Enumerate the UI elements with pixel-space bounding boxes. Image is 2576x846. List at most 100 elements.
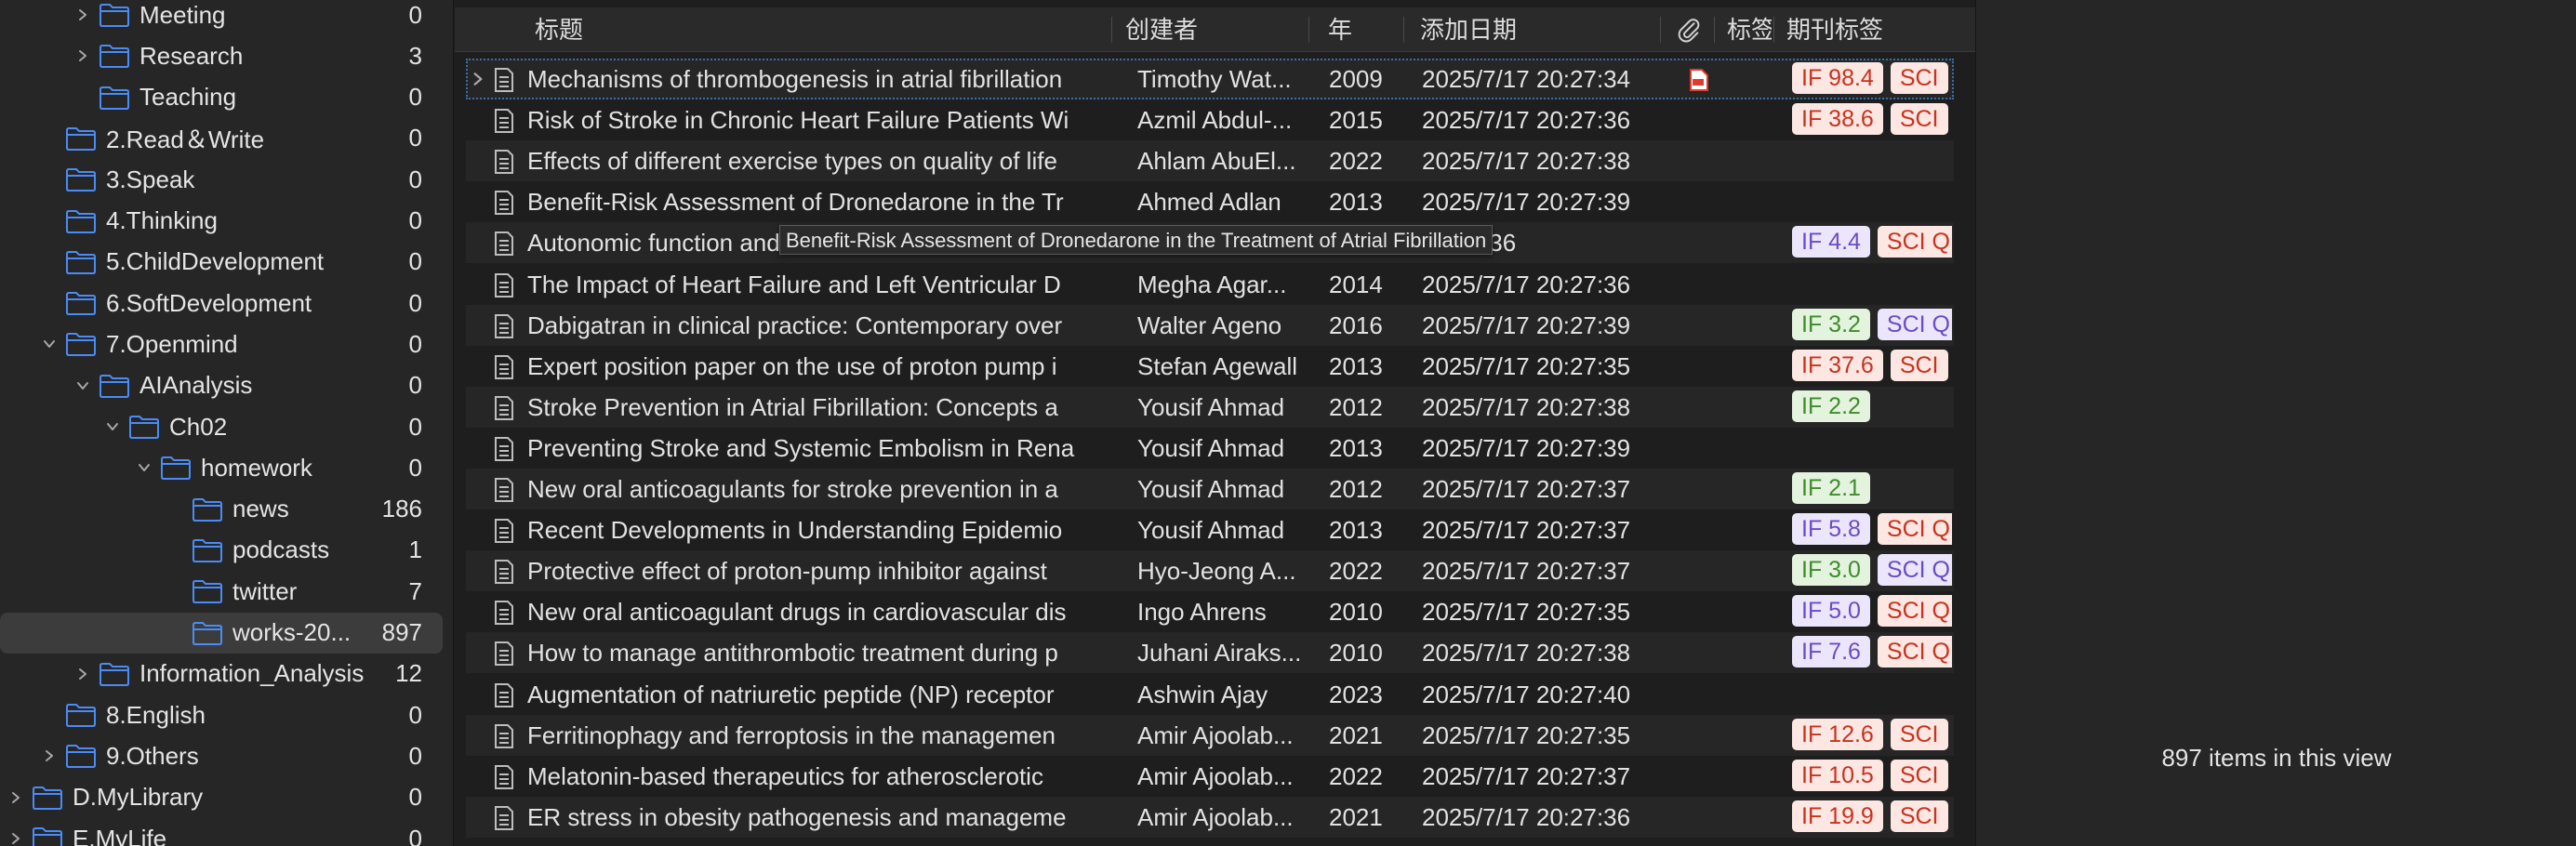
sidebar-collection-item[interactable]: 9.Others 0 xyxy=(0,735,443,776)
pdf-attachment-icon[interactable] xyxy=(1689,68,1709,92)
table-row[interactable]: Stroke Prevention in Atrial Fibrillation… xyxy=(466,386,1954,428)
collection-count: 0 xyxy=(408,329,422,358)
column-divider[interactable] xyxy=(1714,17,1715,43)
sidebar-collection-item[interactable]: Ch02 0 xyxy=(0,406,443,447)
journal-tag-badge: SCI Q xyxy=(1877,513,1952,546)
collection-count: 0 xyxy=(408,741,422,770)
folder-icon xyxy=(193,621,222,645)
sidebar-collection-item[interactable]: E.MyLife 0 xyxy=(0,818,443,846)
column-journal-tags[interactable]: 期刊标签 xyxy=(1777,7,1945,52)
column-title[interactable]: 标题 xyxy=(525,7,804,52)
folder-icon xyxy=(66,250,96,274)
column-divider[interactable] xyxy=(1660,17,1661,43)
collection-count: 897 xyxy=(381,618,422,646)
chevron-down-icon[interactable] xyxy=(39,334,60,354)
folder-icon xyxy=(66,333,96,357)
column-year[interactable]: 年 xyxy=(1319,7,1393,52)
chevron-down-icon[interactable] xyxy=(73,376,93,396)
sidebar-collection-item[interactable]: 5.ChildDevelopment 0 xyxy=(0,242,443,283)
sidebar-collection-item[interactable]: 6.SoftDevelopment 0 xyxy=(0,283,443,324)
table-row[interactable]: Risk of Stroke in Chronic Heart Failure … xyxy=(466,99,1954,140)
sidebar-collection-item[interactable]: Teaching 0 xyxy=(0,77,443,118)
sidebar-collection-item[interactable]: 7.Openmind 0 xyxy=(0,324,443,364)
collection-count: 7 xyxy=(408,576,422,605)
item-creator: Ahmed Adlan xyxy=(1137,188,1281,217)
collection-count: 0 xyxy=(408,165,422,193)
sidebar-collection-item[interactable]: D.MyLibrary 0 xyxy=(0,777,443,818)
sidebar-collection-item[interactable]: 8.English 0 xyxy=(0,694,443,735)
table-row[interactable]: Recent Developments in Understanding Epi… xyxy=(466,509,1954,550)
journal-tags: IF 10.5 SCI xyxy=(1792,759,1952,793)
chevron-right-icon[interactable] xyxy=(470,71,486,87)
journal-tag-badge: IF 3.0 xyxy=(1792,554,1870,587)
sidebar-collection-item[interactable]: Information_Analysis 12 xyxy=(0,654,443,694)
table-row[interactable]: Protective effect of proton-pump inhibit… xyxy=(466,550,1954,592)
column-divider[interactable] xyxy=(1773,17,1774,43)
sidebar-collection-item[interactable]: works-20... 897 xyxy=(0,612,443,654)
collection-label: Research xyxy=(139,41,244,70)
folder-icon xyxy=(66,745,96,769)
item-creator: Amir Ajoolab... xyxy=(1137,720,1294,749)
item-creator: Yousif Ahmad xyxy=(1137,392,1285,421)
sidebar-collection-item[interactable]: AIAnalysis 0 xyxy=(0,365,443,406)
collection-label: 7.Openmind xyxy=(106,329,238,358)
journal-tag-badge: SCI xyxy=(1890,718,1948,750)
sidebar-collection-item[interactable]: 3.Speak 0 xyxy=(0,159,443,200)
item-title: Stroke Prevention in Atrial Fibrillation… xyxy=(527,392,1058,421)
chevron-right-icon[interactable] xyxy=(73,5,93,25)
table-row[interactable]: New oral anticoagulants for stroke preve… xyxy=(466,469,1954,509)
table-row[interactable]: New oral anticoagulant drugs in cardiova… xyxy=(466,591,1954,632)
column-divider[interactable] xyxy=(1111,17,1112,43)
sidebar-collection-item[interactable]: 4.Thinking 0 xyxy=(0,201,443,242)
item-date-added: 2025/7/17 20:27:37 xyxy=(1422,516,1631,545)
item-creator: Amir Ajoolab... xyxy=(1137,761,1294,790)
collection-count: 0 xyxy=(408,412,422,441)
column-creator[interactable]: 创建者 xyxy=(1116,7,1302,52)
table-row[interactable]: Ferritinophagy and ferroptosis in the ma… xyxy=(466,714,1954,756)
chevron-right-icon[interactable] xyxy=(73,664,93,684)
table-row[interactable]: Expert position paper on the use of prot… xyxy=(466,346,1954,387)
table-row[interactable]: Melatonin-based therapeutics for atheros… xyxy=(466,756,1954,797)
chevron-right-icon[interactable] xyxy=(6,828,26,846)
document-icon xyxy=(495,354,513,379)
table-row[interactable]: Dabigatran in clinical practice: Contemp… xyxy=(466,304,1954,346)
chevron-down-icon[interactable] xyxy=(134,457,154,478)
sidebar-collection-item[interactable]: twitter 7 xyxy=(0,571,443,612)
sidebar-collection-item[interactable]: Meeting 0 xyxy=(0,0,443,35)
sidebar-collection-item[interactable]: homework 0 xyxy=(0,447,443,488)
table-row[interactable]: How to manage antithrombotic treatment d… xyxy=(466,632,1954,674)
collection-count: 1 xyxy=(408,535,422,564)
table-row[interactable]: ER stress in obesity pathogenesis and ma… xyxy=(466,796,1954,838)
collection-sidebar: Meeting 0 Research 3 Teaching 0 2.Read＆Write 0 3… xyxy=(0,0,454,846)
document-icon xyxy=(495,313,513,338)
item-date-added: 2025/7/17 20:27:40 xyxy=(1422,680,1631,708)
sidebar-collection-item[interactable]: news 186 xyxy=(0,489,443,530)
table-row[interactable]: Benefit-Risk Assessment of Dronedarone i… xyxy=(466,181,1954,222)
table-row[interactable]: Effects of different exercise types on q… xyxy=(466,140,1954,182)
journal-tags: IF 7.6 SCI Q xyxy=(1792,636,1952,669)
chevron-down-icon[interactable] xyxy=(102,416,123,437)
item-date-added: 2025/7/17 20:27:39 xyxy=(1422,311,1631,339)
chevron-right-icon[interactable] xyxy=(39,746,60,766)
chevron-right-icon[interactable] xyxy=(6,787,26,808)
item-creator: Juhani Airaks... xyxy=(1137,639,1302,668)
column-date-added[interactable]: 添加日期 xyxy=(1411,7,1634,52)
column-attachments[interactable] xyxy=(1669,7,1710,52)
sidebar-collection-item[interactable]: podcasts 1 xyxy=(0,530,443,571)
sidebar-collection-item[interactable]: 2.Read＆Write 0 xyxy=(0,118,443,159)
sidebar-collection-item[interactable]: Research 3 xyxy=(0,35,443,76)
chevron-right-icon[interactable] xyxy=(73,46,93,66)
document-icon xyxy=(495,682,513,707)
folder-icon xyxy=(100,374,129,398)
column-divider[interactable] xyxy=(1308,17,1309,43)
table-row[interactable]: Preventing Stroke and Systemic Embolism … xyxy=(466,428,1954,469)
column-tags[interactable]: 标签 xyxy=(1718,7,1772,52)
collection-count: 0 xyxy=(408,288,422,317)
table-row[interactable]: Augmentation of natriuretic peptide (NP)… xyxy=(466,674,1954,715)
item-date-added: 2025/7/17 20:27:36 xyxy=(1422,106,1631,135)
column-divider[interactable] xyxy=(1403,17,1404,43)
table-row[interactable]: Mechanisms of thrombogenesis in atrial f… xyxy=(466,59,1954,99)
journal-tag-badge: SCI Q xyxy=(1877,554,1952,587)
table-row[interactable]: The Impact of Heart Failure and Left Ven… xyxy=(466,264,1954,305)
collection-label: works-20... xyxy=(232,618,352,646)
